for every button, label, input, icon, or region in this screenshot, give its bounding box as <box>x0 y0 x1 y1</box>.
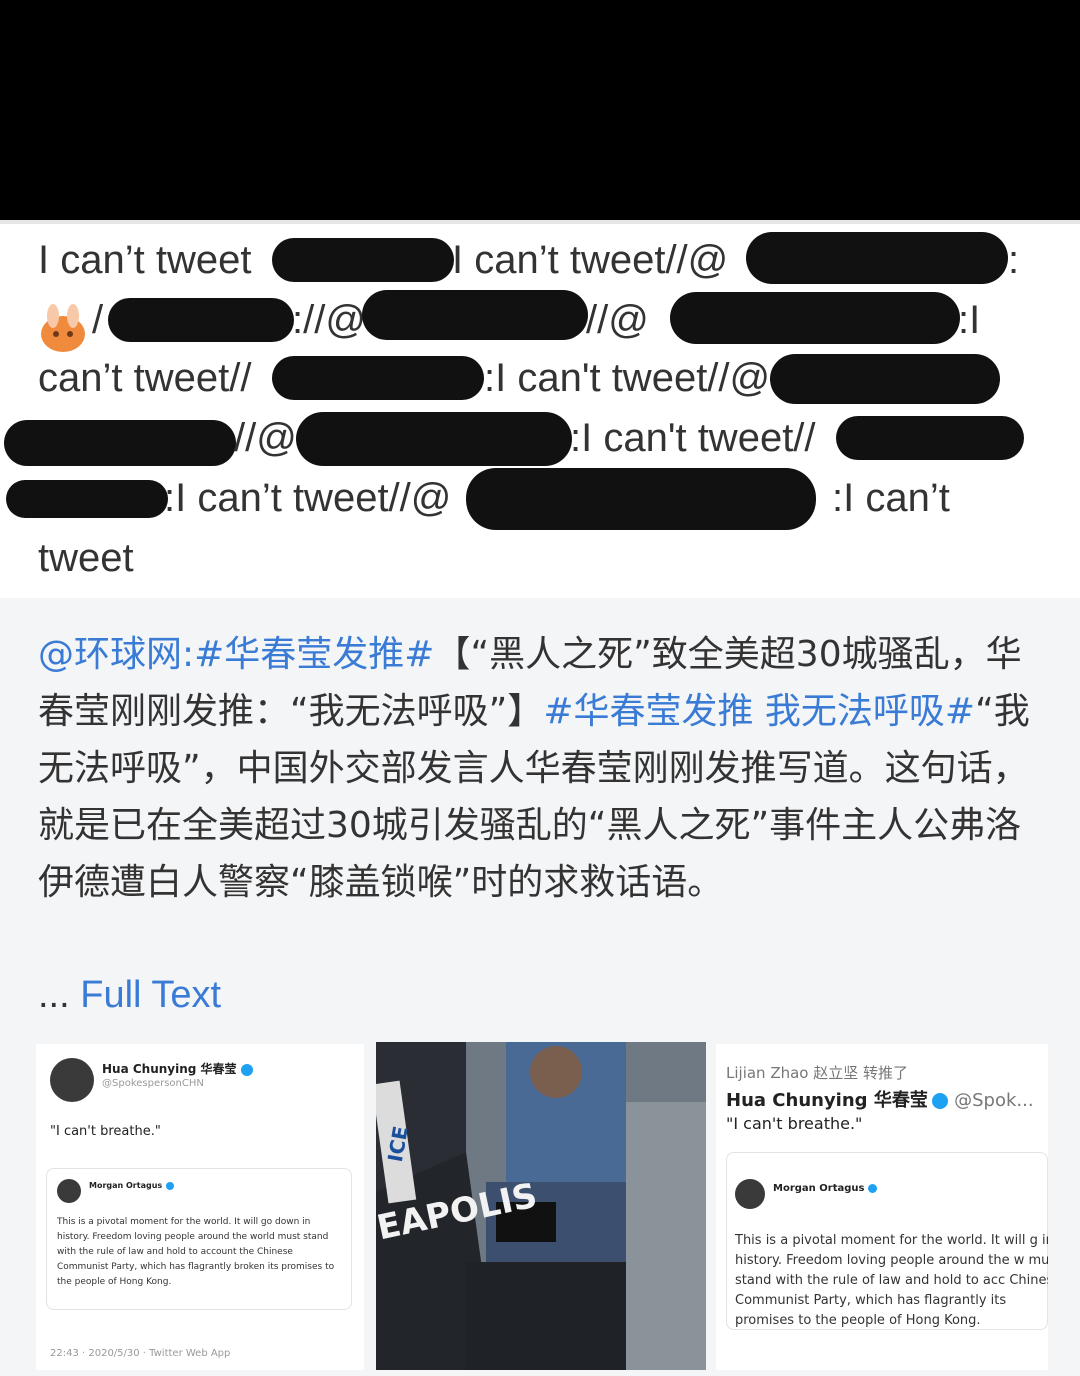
redaction-bar <box>108 298 294 342</box>
redaction-bar <box>466 468 816 530</box>
quoted-author-name: Morgan Ortagus <box>89 1181 175 1190</box>
repost-text: :I can’t tweet//@ <box>164 476 452 520</box>
redaction-bar <box>4 420 236 466</box>
redaction-bar <box>6 480 168 518</box>
full-text-link[interactable]: ... Full Text <box>38 974 221 1017</box>
hashtag-link[interactable]: #华春莹发推 我无法呼吸# <box>543 691 975 732</box>
original-post-text: @环球网:#华春莹发推#【“黑人之死”致全美超30城骚乱，华春莹刚刚发推：“我无… <box>38 626 1048 911</box>
quoted-text: This is a pivotal moment for the world. … <box>735 1233 1048 1328</box>
repost-mention[interactable]: //@ <box>586 296 649 344</box>
tweet-text: "I can't breathe." <box>50 1124 161 1139</box>
redaction-bar <box>296 412 572 466</box>
repost-text: :I can't tweet// <box>570 416 816 460</box>
repost-text: can’t tweet// <box>38 356 252 400</box>
redaction-bar <box>670 292 960 344</box>
tweet-author-name: Hua Chunying 华春莹 @Spok... <box>726 1090 1034 1111</box>
mention-link[interactable]: @环球网 <box>38 634 182 675</box>
tweet-author-name: Hua Chunying 华春莹 <box>102 1060 253 1077</box>
retweet-line: Lijian Zhao 赵立坚 转推了 <box>726 1064 909 1082</box>
verified-icon <box>240 1063 253 1076</box>
repost-mention[interactable]: ://@ <box>292 296 366 344</box>
repost-text: tweet <box>38 536 134 580</box>
verified-icon <box>166 1181 175 1190</box>
verified-icon <box>931 1093 948 1109</box>
avatar <box>50 1058 94 1102</box>
repost-text: :I <box>958 298 981 342</box>
original-post: @环球网:#华春莹发推#【“黑人之死”致全美超30城骚乱，华春莹刚刚发推：“我无… <box>0 598 1080 1376</box>
repost-chain: I can’t tweet I can’t tweet//@ : / ://@ … <box>0 220 1080 598</box>
repost-text: : <box>1008 238 1020 282</box>
repost-text: I can’t tweet//@ <box>452 238 729 282</box>
tweet-handle: @SpokespersonCHN <box>102 1078 204 1089</box>
avatar <box>57 1179 81 1203</box>
black-header-area <box>0 0 1080 220</box>
repost-text: :I can’t <box>832 476 950 520</box>
repost-text: I can’t tweet <box>38 238 252 282</box>
redaction-bar <box>836 416 1024 460</box>
repost-text: / <box>92 298 104 342</box>
avatar <box>735 1179 765 1209</box>
redaction-bar <box>272 238 454 282</box>
tweet-footer: 22:43 · 2020/5/30 · Twitter Web App <box>50 1348 231 1359</box>
quoted-text: This is a pivotal moment for the world. … <box>57 1217 335 1287</box>
verified-icon <box>868 1183 878 1193</box>
hashtag-link[interactable]: :#华春莹发推# <box>182 634 434 675</box>
redaction-bar <box>362 290 588 340</box>
quoted-tweet: Morgan Ortagus This is a pivotal moment … <box>46 1168 352 1310</box>
repost-mention[interactable]: //@ <box>234 414 297 462</box>
image-thumbnail-1[interactable]: Hua Chunying 华春莹 @SpokespersonCHN "I can… <box>36 1044 364 1370</box>
tweet-text: "I can't breathe." <box>726 1114 863 1133</box>
emoji-icon <box>41 304 85 352</box>
redaction-bar <box>770 354 1000 404</box>
redaction-bar <box>272 356 484 400</box>
image-thumbnail-2[interactable]: ICE EAPOLIS <box>376 1042 706 1370</box>
redaction-bar <box>746 232 1008 284</box>
quoted-author-name: Morgan Ortagus <box>773 1183 878 1194</box>
image-thumbnail-3[interactable]: Lijian Zhao 赵立坚 转推了 Hua Chunying 华春莹 @Sp… <box>716 1044 1048 1370</box>
quoted-tweet: Morgan Ortagus This is a pivotal moment … <box>726 1152 1048 1330</box>
repost-text: :I can't tweet//@ <box>484 356 771 400</box>
